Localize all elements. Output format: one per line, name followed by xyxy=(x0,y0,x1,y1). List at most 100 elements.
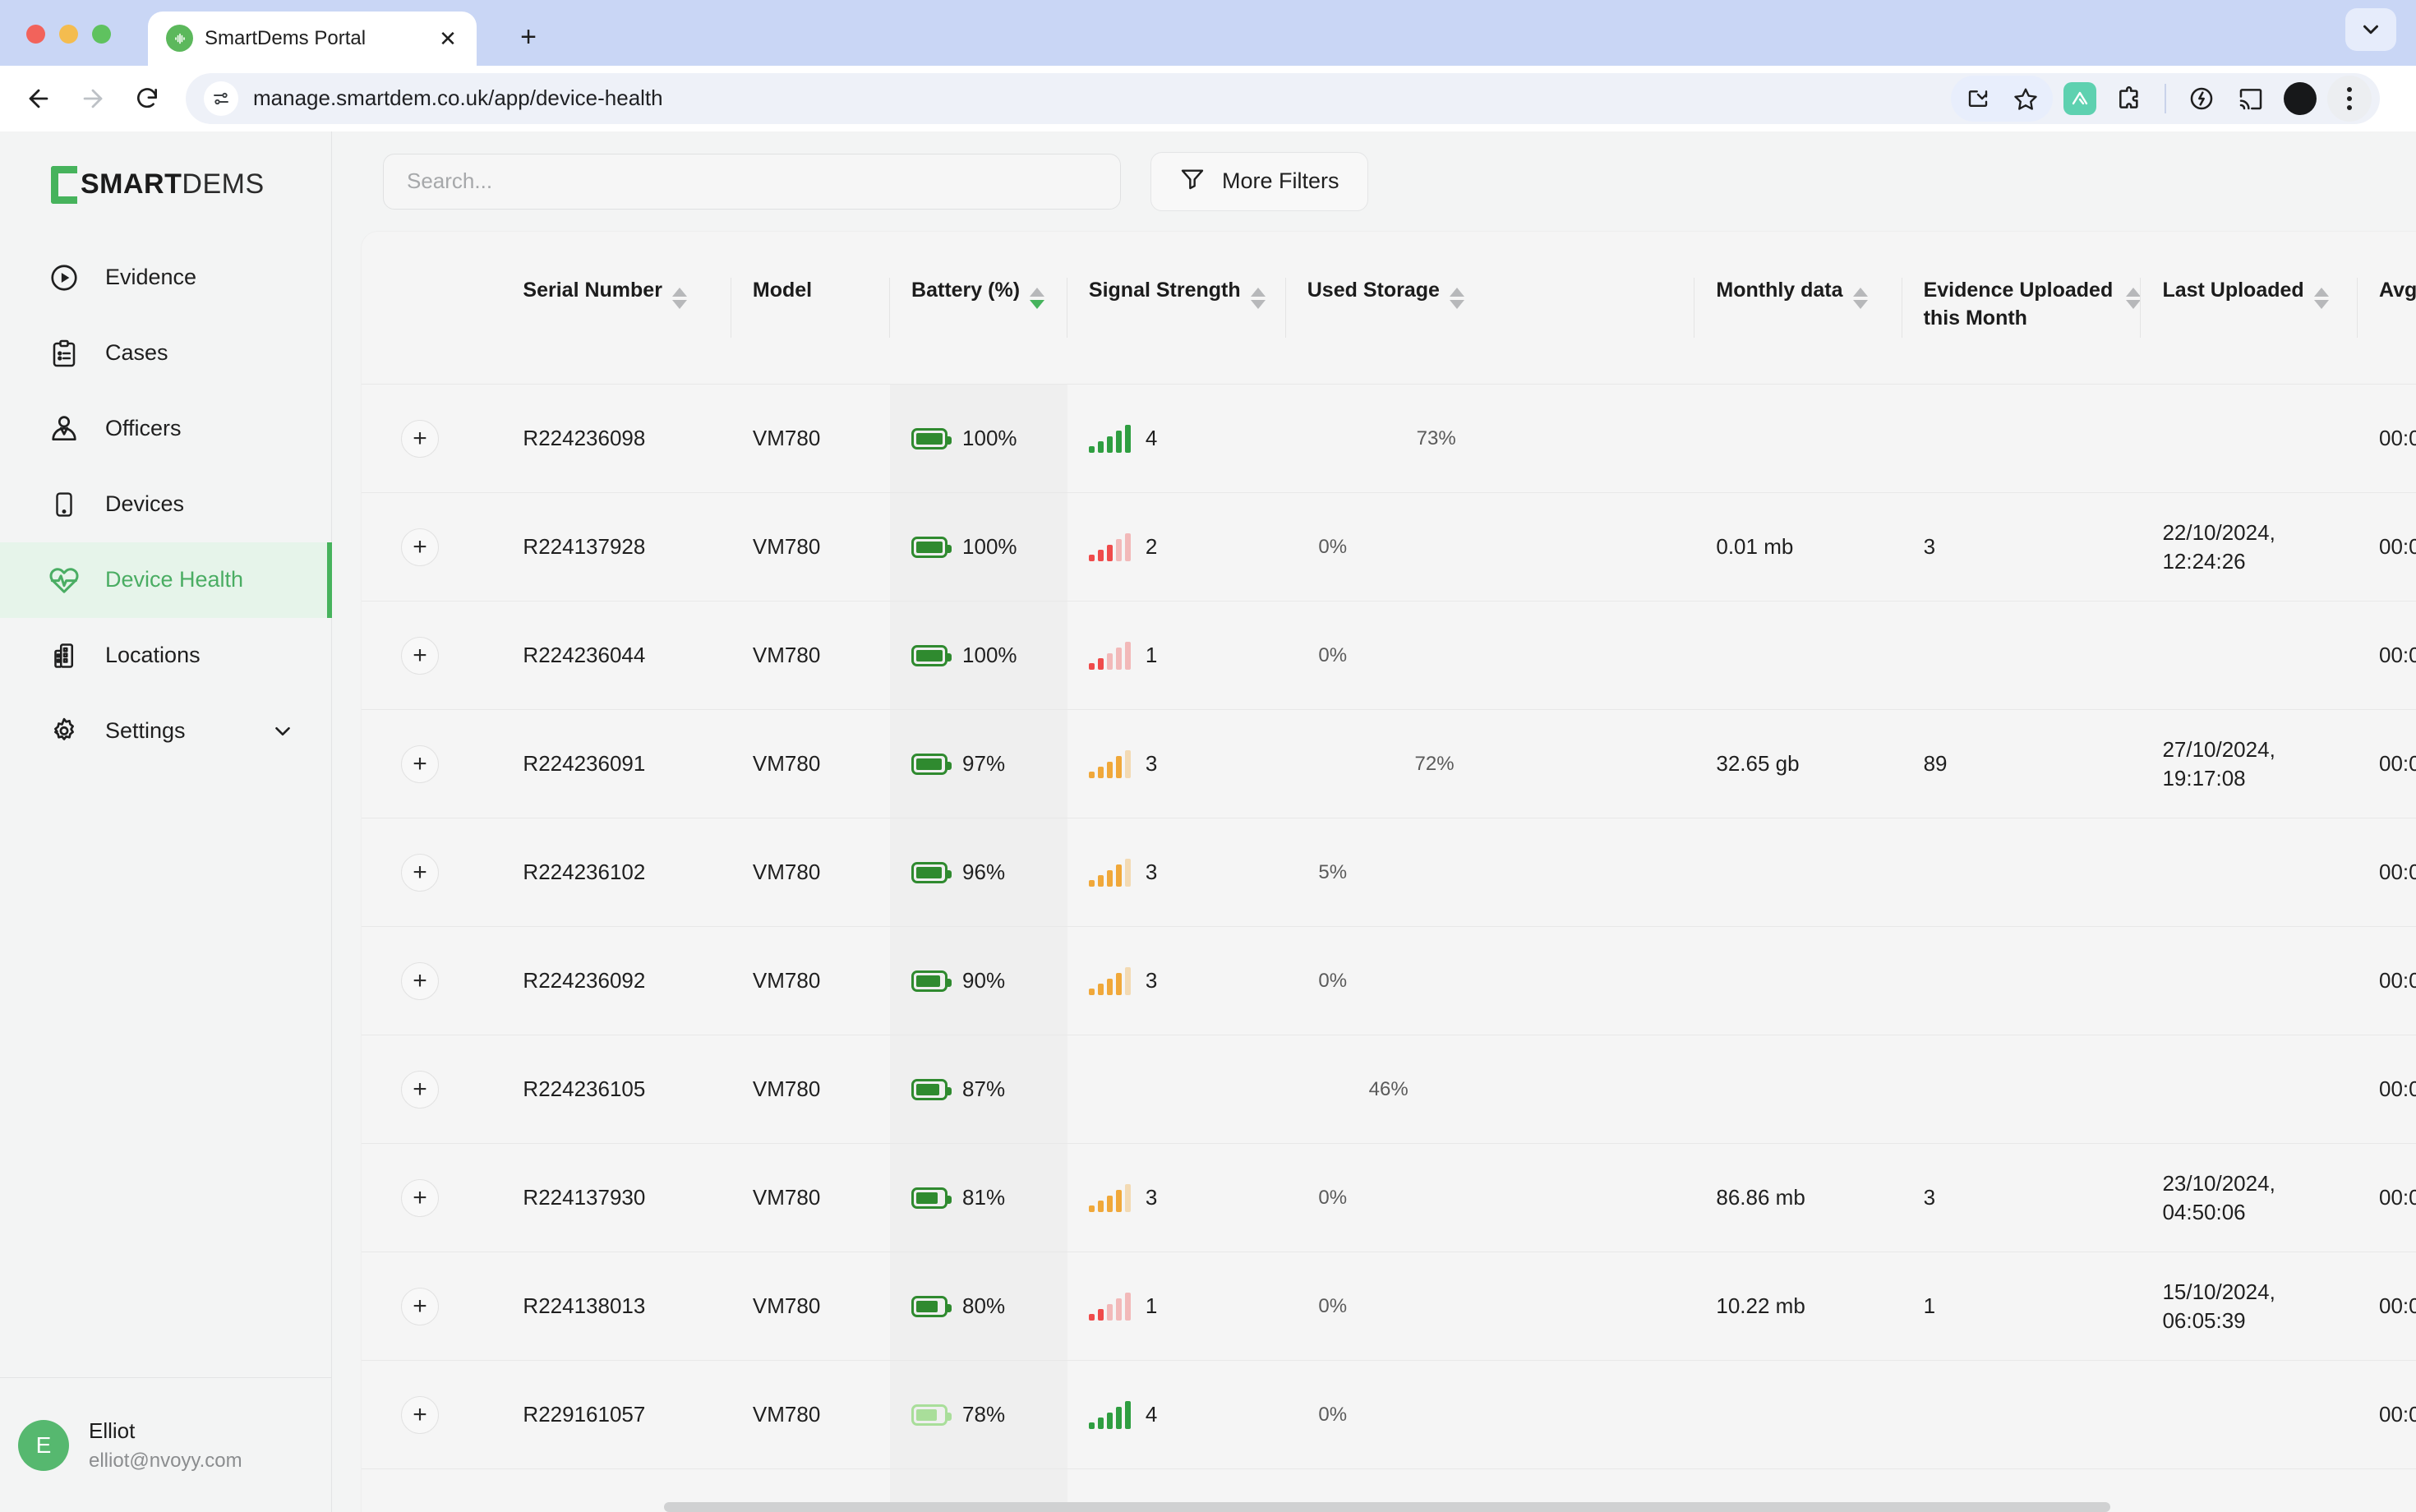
column-header-signal[interactable]: Signal Strength xyxy=(1067,231,1286,385)
memory-saver-leaf-icon[interactable] xyxy=(2179,76,2224,121)
table-row[interactable]: + R224137928 VM780 100% 2 0% 0.01 mb 3 22/10/202… xyxy=(362,492,2416,602)
column-header-label: Used Storage xyxy=(1307,278,1440,302)
cell-serial-number: R224236098 xyxy=(523,426,646,451)
toolbar-divider xyxy=(2165,83,2166,113)
sort-ascending-icon xyxy=(1449,287,1464,297)
table-row[interactable]: + R224236102 VM780 96% 3 5% 00:00:00 xyxy=(362,818,2416,927)
star-icon[interactable] xyxy=(2003,76,2048,121)
avatar: E xyxy=(18,1419,69,1471)
plus-icon[interactable]: + xyxy=(401,419,439,458)
table-row[interactable]: + R229161057 VM780 78% 4 0% 00:00:00 xyxy=(362,1360,2416,1469)
column-header-avg[interactable]: Avg Duration xyxy=(2358,231,2416,385)
plus-icon[interactable]: + xyxy=(401,1287,439,1325)
battery-value: 80% xyxy=(962,1293,1006,1319)
search-field[interactable] xyxy=(383,153,1121,210)
cell-used-storage: 0% xyxy=(1286,1361,1695,1469)
sort-toggle-signal[interactable] xyxy=(1250,276,1266,309)
table-row[interactable]: + R224236105 VM780 87% 46% 00:00:00 xyxy=(362,1035,2416,1144)
battery-icon xyxy=(911,1078,952,1100)
profile-avatar-icon[interactable] xyxy=(2278,76,2322,121)
more-filters-button[interactable]: More Filters xyxy=(1150,151,1368,211)
sidebar-item-officers[interactable]: Officers xyxy=(0,391,331,467)
column-header-label: Serial Number xyxy=(523,278,662,302)
sidebar-item-settings[interactable]: Settings xyxy=(0,694,331,769)
close-window-button[interactable] xyxy=(26,25,45,44)
cell-battery: 78% xyxy=(890,1360,1067,1469)
cell-battery: 96% xyxy=(890,818,1067,927)
sort-toggle-serial[interactable] xyxy=(671,276,687,309)
sidebar-item-devices[interactable]: Devices xyxy=(0,467,331,542)
cell-used-storage: 72% xyxy=(1286,710,1695,818)
sidebar-item-label: Devices xyxy=(105,491,185,517)
column-header-evidence[interactable]: Evidence Uploaded this Month xyxy=(1902,231,2142,385)
plus-icon[interactable]: + xyxy=(401,636,439,675)
plus-icon[interactable]: + xyxy=(401,1395,439,1434)
sidebar-item-locations[interactable]: Locations xyxy=(0,618,331,694)
plus-icon[interactable]: + xyxy=(401,528,439,566)
plus-icon[interactable]: + xyxy=(401,1178,439,1217)
extensions-puzzle-icon[interactable] xyxy=(2107,76,2151,121)
nordvpn-extension-icon[interactable] xyxy=(2058,76,2102,121)
install-app-icon[interactable] xyxy=(1956,76,2000,121)
sort-toggle-battery[interactable] xyxy=(1030,276,1045,309)
address-bar[interactable]: manage.smartdem.co.uk/app/device-health xyxy=(186,72,2380,124)
three-dot-menu-icon[interactable] xyxy=(2327,75,2372,122)
column-header-serial[interactable]: Serial Number xyxy=(501,231,731,385)
table-row[interactable]: + R224236091 VM780 97% 3 72% 32.65 gb 89 27/10/2… xyxy=(362,709,2416,818)
cell-evidence-uploaded: 3 xyxy=(1923,534,1936,560)
sort-toggle-storage[interactable] xyxy=(1449,276,1464,309)
cell-serial-number: R224236105 xyxy=(523,1076,646,1102)
cell-battery: 100% xyxy=(890,492,1067,602)
column-header-battery[interactable]: Battery (%) xyxy=(890,231,1067,385)
sort-toggle-monthly[interactable] xyxy=(1852,276,1868,309)
horizontal-scrollbar[interactable] xyxy=(332,1502,2416,1512)
user-profile[interactable]: E Elliot elliot@nvoyy.com xyxy=(0,1377,331,1512)
app-logo[interactable]: SMARTDEMS xyxy=(0,131,331,240)
browser-tab[interactable]: SmartDems Portal ✕ xyxy=(148,11,477,66)
table-header-row: Serial Number Model Battery (%) Signal Stre… xyxy=(362,231,2416,385)
maximize-window-button[interactable] xyxy=(92,25,111,44)
table-row[interactable]: + R224236044 VM780 100% 1 0% 00:00:00 xyxy=(362,601,2416,710)
reload-icon[interactable] xyxy=(120,71,174,126)
cell-signal-strength xyxy=(1067,1035,1286,1144)
sidebar-item-evidence[interactable]: Evidence xyxy=(0,240,331,316)
signal-strength-icon xyxy=(1088,641,1131,670)
cast-icon[interactable] xyxy=(2229,76,2273,121)
close-icon[interactable]: ✕ xyxy=(434,25,462,53)
browser-window: SmartDems Portal ✕ + manage.smartdem.co.… xyxy=(0,0,2416,1512)
storage-percent-label: 5% xyxy=(1318,860,1348,883)
sort-toggle-last[interactable] xyxy=(2313,276,2329,309)
plus-icon[interactable]: + xyxy=(401,744,439,783)
plus-icon[interactable]: + xyxy=(401,961,439,1000)
column-header-storage[interactable]: Used Storage xyxy=(1285,231,1695,385)
storage-percent-label: 0% xyxy=(1318,969,1348,992)
sidebar-item-label: Settings xyxy=(105,718,186,744)
plus-icon[interactable]: + xyxy=(401,853,439,892)
table-row[interactable]: + R224236092 VM780 90% 3 0% 00:00:00 xyxy=(362,926,2416,1035)
site-settings-icon[interactable] xyxy=(204,81,238,116)
cell-monthly-data xyxy=(1694,385,1902,493)
table-row[interactable]: + R224138013 VM780 80% 1 0% 10.22 mb 1 15/10/202… xyxy=(362,1252,2416,1361)
sort-toggle-evidence[interactable] xyxy=(2126,276,2142,309)
cell-expand: + xyxy=(362,1252,501,1361)
tab-list-chevron-icon[interactable] xyxy=(2345,8,2396,51)
search-input[interactable] xyxy=(407,168,1097,195)
plus-icon[interactable]: + xyxy=(401,1070,439,1109)
logo-text-light: DEMS xyxy=(182,168,265,201)
sidebar-item-device-health[interactable]: Device Health xyxy=(0,542,332,618)
sidebar-item-cases[interactable]: Cases xyxy=(0,316,331,391)
column-header-last[interactable]: Last Uploaded xyxy=(2141,231,2358,385)
forward-arrow-icon[interactable] xyxy=(66,71,120,126)
chevron-down-icon[interactable] xyxy=(270,719,295,744)
sidebar-item-label: Cases xyxy=(105,340,168,366)
column-header-monthly[interactable]: Monthly data xyxy=(1694,231,1902,385)
table-row[interactable]: + R224137930 VM780 81% 3 0% 86.86 mb 3 23/10/202… xyxy=(362,1143,2416,1252)
cell-evidence-uploaded xyxy=(1902,385,2142,493)
battery-icon xyxy=(911,861,952,883)
back-arrow-icon[interactable] xyxy=(12,71,66,126)
column-header-label: Battery (%) xyxy=(911,278,1021,302)
battery-value: 90% xyxy=(962,968,1006,993)
minimize-window-button[interactable] xyxy=(59,25,78,44)
new-tab-button[interactable]: + xyxy=(509,18,547,56)
table-row[interactable]: + R224236098 VM780 100% 4 73% 00:00:00 xyxy=(362,384,2416,493)
